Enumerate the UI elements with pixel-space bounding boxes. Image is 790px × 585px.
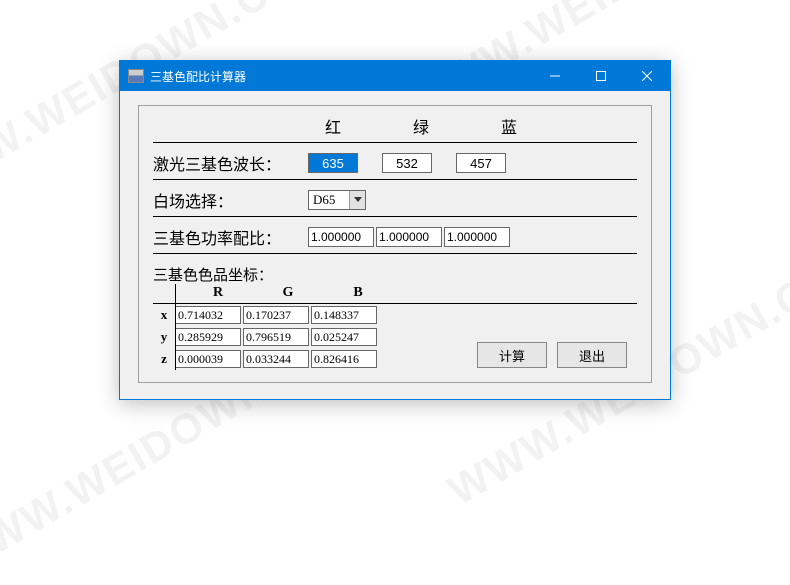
whitepoint-label: 白场选择：: [153, 188, 308, 212]
row-label-y: y: [153, 329, 175, 345]
power-ratio-b[interactable]: [444, 227, 510, 247]
maximize-button[interactable]: [578, 61, 624, 91]
whitepoint-row: 白场选择： D65: [153, 186, 637, 214]
chroma-table: x 0.714032 0.170237 0.148337 y 0.285929 …: [153, 303, 637, 370]
chroma-col-R: R: [183, 285, 253, 301]
divider: [153, 142, 637, 143]
minimize-button[interactable]: [532, 61, 578, 91]
rgb-column-headers: 红 绿 蓝: [313, 114, 637, 140]
app-icon: [128, 69, 144, 83]
chroma-y-R: 0.285929: [175, 328, 241, 346]
divider: [175, 284, 176, 370]
whitepoint-select[interactable]: D65: [308, 190, 366, 210]
chevron-down-icon: [349, 191, 365, 209]
wavelength-red-input[interactable]: [308, 153, 358, 173]
divider: [153, 179, 637, 180]
chroma-y-B: 0.025247: [311, 328, 377, 346]
table-row: y 0.285929 0.796519 0.025247: [153, 326, 637, 348]
wavelength-row: 激光三基色波长：: [153, 149, 637, 177]
wavelength-green-input[interactable]: [382, 153, 432, 173]
main-panel: 红 绿 蓝 激光三基色波长： 白场选择： D65: [138, 105, 652, 383]
chroma-section: 三基色色品坐标： R G B x 0.714032 0.170237 0.148…: [153, 264, 637, 370]
titlebar[interactable]: 三基色配比计算器: [120, 61, 670, 91]
row-label-x: x: [153, 307, 175, 323]
row-label-z: z: [153, 351, 175, 367]
chroma-col-G: G: [253, 285, 323, 301]
wavelength-blue-input[interactable]: [456, 153, 506, 173]
divider: [153, 253, 637, 254]
whitepoint-value: D65: [309, 192, 349, 208]
power-ratio-label: 三基色功率配比：: [153, 225, 308, 249]
table-row: z 0.000039 0.033244 0.826416: [153, 348, 637, 370]
chroma-z-R: 0.000039: [175, 350, 241, 368]
power-ratio-row: 三基色功率配比：: [153, 223, 637, 251]
app-window: 三基色配比计算器 红 绿 蓝 激光三基色波长：: [119, 60, 671, 400]
wavelength-label: 激光三基色波长：: [153, 151, 308, 175]
chroma-col-B: B: [323, 285, 393, 301]
table-row: x 0.714032 0.170237 0.148337: [153, 304, 637, 326]
chroma-x-B: 0.148337: [311, 306, 377, 324]
close-button[interactable]: [624, 61, 670, 91]
col-green: 绿: [401, 114, 441, 138]
window-title: 三基色配比计算器: [150, 68, 532, 85]
chroma-x-G: 0.170237: [243, 306, 309, 324]
chroma-z-B: 0.826416: [311, 350, 377, 368]
col-blue: 蓝: [489, 114, 529, 138]
chroma-col-headers: R G B: [183, 285, 637, 301]
power-ratio-g[interactable]: [376, 227, 442, 247]
chroma-z-G: 0.033244: [243, 350, 309, 368]
chroma-title: 三基色色品坐标：: [153, 264, 637, 285]
col-red: 红: [313, 114, 353, 138]
chroma-x-R: 0.714032: [175, 306, 241, 324]
chroma-y-G: 0.796519: [243, 328, 309, 346]
divider: [153, 216, 637, 217]
power-ratio-r[interactable]: [308, 227, 374, 247]
